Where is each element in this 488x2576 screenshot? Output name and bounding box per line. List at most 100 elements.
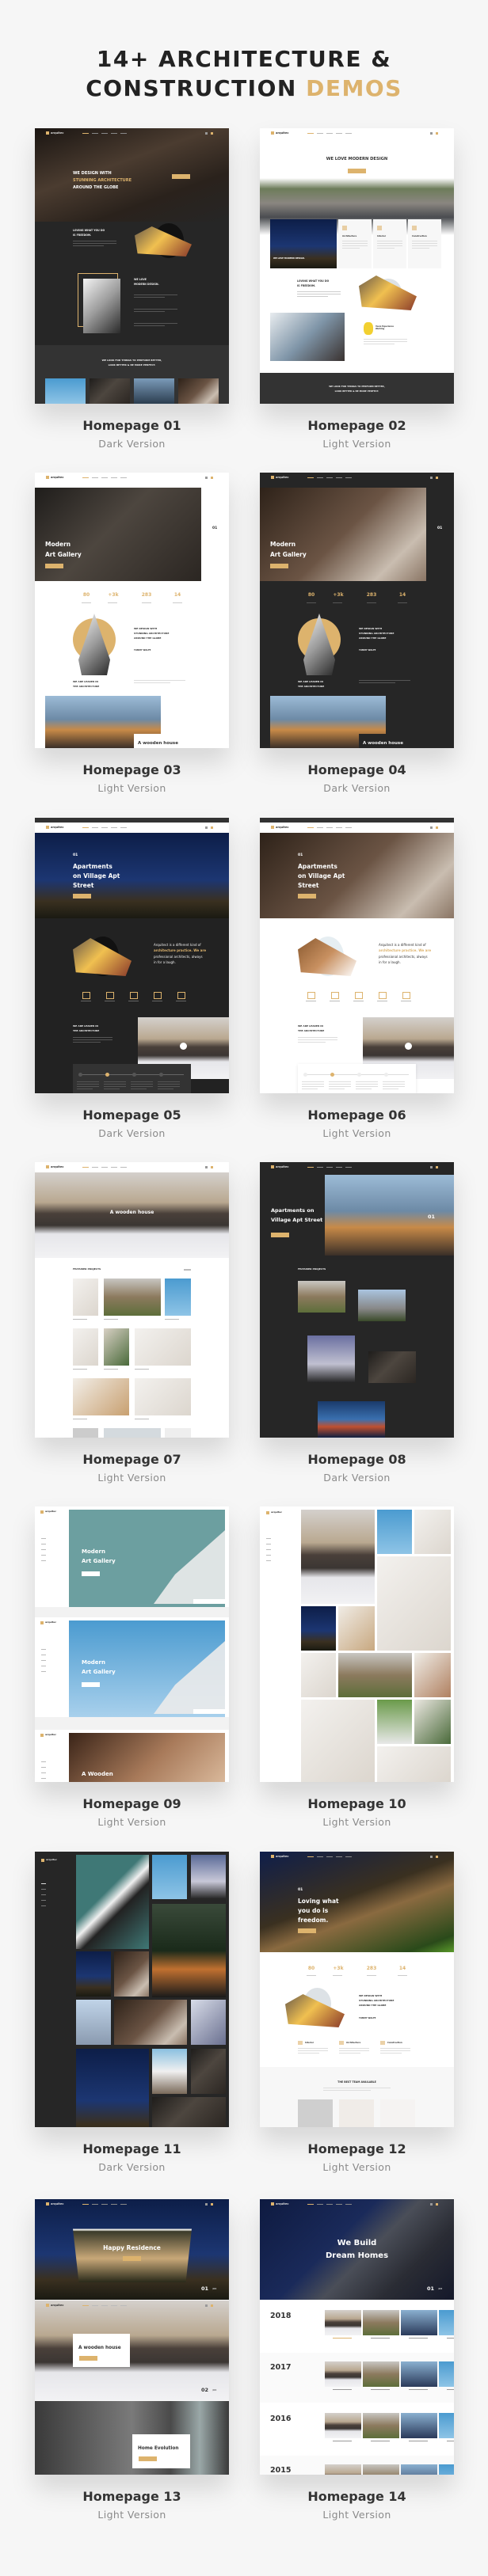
team-photo (380, 2099, 415, 2127)
text-line (342, 248, 360, 249)
preview-text: architecture practice. We are (154, 948, 207, 953)
demo-title[interactable]: Homepage 11 (35, 2141, 229, 2156)
slide-panel: arquitec Happy Residence 01/04 (35, 2199, 229, 2300)
logo-icon (40, 1510, 44, 1514)
stat-number: +3k (333, 592, 344, 598)
demo-title[interactable]: Homepage 14 (260, 2489, 454, 2504)
preview-text: 01 (437, 526, 443, 530)
process-step (132, 1073, 136, 1077)
demo-title[interactable]: Homepage 06 (260, 1108, 454, 1123)
demo-preview-05[interactable]: arquitec 01 Apartments on Village Apt Street… (35, 818, 229, 1093)
preview-text: STUNNING ARCHITECTURE (73, 178, 132, 183)
search-icon (205, 2304, 208, 2307)
preview-text: LOOK BETTER & BE MORE PERFECT. (334, 389, 379, 393)
demo-preview-14[interactable]: arquitec We Build Dream Homes 01/03 2018 2017… (260, 2199, 454, 2475)
nav-item (120, 1166, 127, 1168)
preview-logo: arquitec (276, 825, 289, 829)
preview-text: 01 (427, 2285, 435, 2292)
project-image (363, 2413, 399, 2438)
demo-title[interactable]: Homepage 03 (35, 762, 229, 777)
nav-item (307, 132, 314, 134)
project-title (333, 2338, 352, 2339)
project-title (135, 1369, 149, 1370)
project-title (409, 2389, 428, 2391)
play-icon (405, 1043, 412, 1050)
demo-title[interactable]: Homepage 08 (260, 1452, 454, 1467)
demo-title[interactable]: Homepage 07 (35, 1452, 229, 1467)
preview-text: Interior (305, 2042, 315, 2044)
text-line (298, 1039, 337, 1040)
preview-navbar: arquitec (260, 1852, 454, 1862)
menu-item (41, 1883, 46, 1885)
demo-title[interactable]: Homepage 05 (35, 1108, 229, 1123)
demo-title[interactable]: Homepage 02 (260, 418, 454, 433)
logo-icon (46, 2202, 49, 2206)
gallery-image (114, 2000, 187, 2045)
demo-version: Light Version (97, 2509, 166, 2521)
stat-number: 14 (398, 1966, 406, 1971)
gallery-image (76, 1951, 111, 1997)
demo-title[interactable]: Homepage 09 (35, 1796, 229, 1811)
logo-icon (40, 1621, 44, 1624)
demo-preview-12[interactable]: arquitec 01 Loving what you do is freedom. 80… (260, 1852, 454, 2127)
service-icon (402, 992, 410, 999)
gallery-image (301, 1653, 336, 1697)
demo-preview-10[interactable]: arquitec (260, 1506, 454, 1782)
gallery-image (301, 1700, 375, 1782)
preview-navbar: arquitec (260, 128, 454, 139)
logo-icon (266, 1511, 269, 1514)
demo-preview-06[interactable]: arquitec 01 Apartments on Village Apt Street… (260, 818, 454, 1093)
preview-logo: arquitec (271, 1510, 283, 1514)
text-line (380, 2053, 402, 2054)
demo-preview-09[interactable]: arquitec Modern Art Gallery arquitec Modern A… (35, 1506, 229, 1782)
page-title-accent: DEMOS (306, 75, 402, 101)
demo-title[interactable]: Homepage 12 (260, 2141, 454, 2156)
demo-preview-08[interactable]: arquitec Apartments on Village Apt Street 0… (260, 1162, 454, 1438)
demo-preview-11[interactable]: arquitec (35, 1852, 229, 2127)
project-title (371, 2338, 390, 2339)
nav-item (82, 2304, 89, 2306)
preview-navbar: arquitec (35, 1162, 229, 1172)
demo-preview-13[interactable]: arquitec Happy Residence 01/04 arquitec A wo… (35, 2199, 229, 2475)
text-line (412, 243, 437, 244)
preview-text: STUNNING ARCHITECTURE (359, 632, 395, 635)
preview-text: Construction (387, 2042, 402, 2044)
demo-title[interactable]: Homepage 13 (35, 2489, 229, 2504)
preview-navbar: arquitec (260, 823, 454, 833)
preview-button (348, 169, 366, 173)
text-line (359, 680, 410, 681)
preview-text: IS FREEDOM. (297, 284, 316, 287)
text-line (134, 325, 165, 326)
service-icon (106, 992, 114, 999)
preview-button (298, 894, 316, 899)
slider-panel: arquitec Modern Art Gallery (35, 1617, 229, 1717)
demo-title[interactable]: Homepage 04 (260, 762, 454, 777)
preview-text: WE LOVE (134, 278, 147, 281)
nav-item (101, 1166, 108, 1168)
nav-item (326, 2203, 333, 2205)
demo-preview-02[interactable]: arquitec WE LOVE MODERN DESIGN WE LOVE MOD… (260, 128, 454, 404)
project-image (363, 2361, 399, 2387)
menu-item (41, 1889, 46, 1890)
demo-preview-01[interactable]: arquitec WE DESIGN WITH STUNNING ARCHITECT… (35, 128, 229, 404)
text-line (131, 1084, 153, 1085)
demo-title[interactable]: Homepage 10 (260, 1796, 454, 1811)
preview-text: 01 (298, 1888, 303, 1892)
demo-title[interactable]: Homepage 01 (35, 418, 229, 433)
service-icon (380, 2041, 385, 2045)
project-image (73, 1328, 98, 1366)
caption-box (193, 1709, 225, 1714)
preview-text: WE ARE LEADER IN (73, 1024, 98, 1028)
text-line (73, 1042, 101, 1043)
demo-preview-04[interactable]: arquitec Modern Art Gallery 01 80 +3k 283 14 WE … (260, 473, 454, 748)
text-line (356, 1084, 378, 1085)
text-line (302, 1084, 324, 1085)
project-image (401, 2310, 437, 2335)
demo-preview-07[interactable]: arquitec A wooden house FEATURED PROJECTS (35, 1162, 229, 1438)
nav-item (111, 132, 117, 134)
demo-preview-03[interactable]: arquitec Modern Art Gallery 01 80 +3k 283 14 WE … (35, 473, 229, 748)
stat-label (333, 602, 342, 603)
nav-item (336, 1856, 342, 1857)
logo-icon (46, 826, 49, 829)
preview-text: Interior (377, 235, 387, 237)
